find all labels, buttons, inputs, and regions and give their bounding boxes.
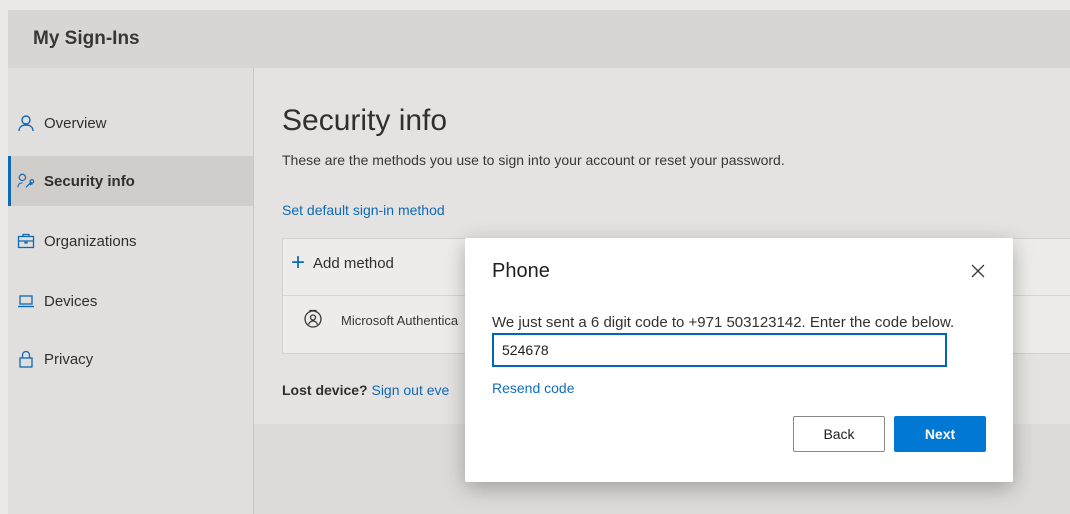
- close-icon[interactable]: [969, 262, 987, 280]
- dialog-message: We just sent a 6 digit code to +971 5031…: [492, 314, 955, 331]
- verification-code-input[interactable]: [492, 333, 947, 367]
- back-button[interactable]: Back: [793, 416, 885, 452]
- dialog-title: Phone: [492, 260, 550, 282]
- next-button[interactable]: Next: [894, 416, 986, 452]
- resend-code-link[interactable]: Resend code: [492, 380, 575, 396]
- phone-dialog: Phone We just sent a 6 digit code to +97…: [465, 238, 1013, 482]
